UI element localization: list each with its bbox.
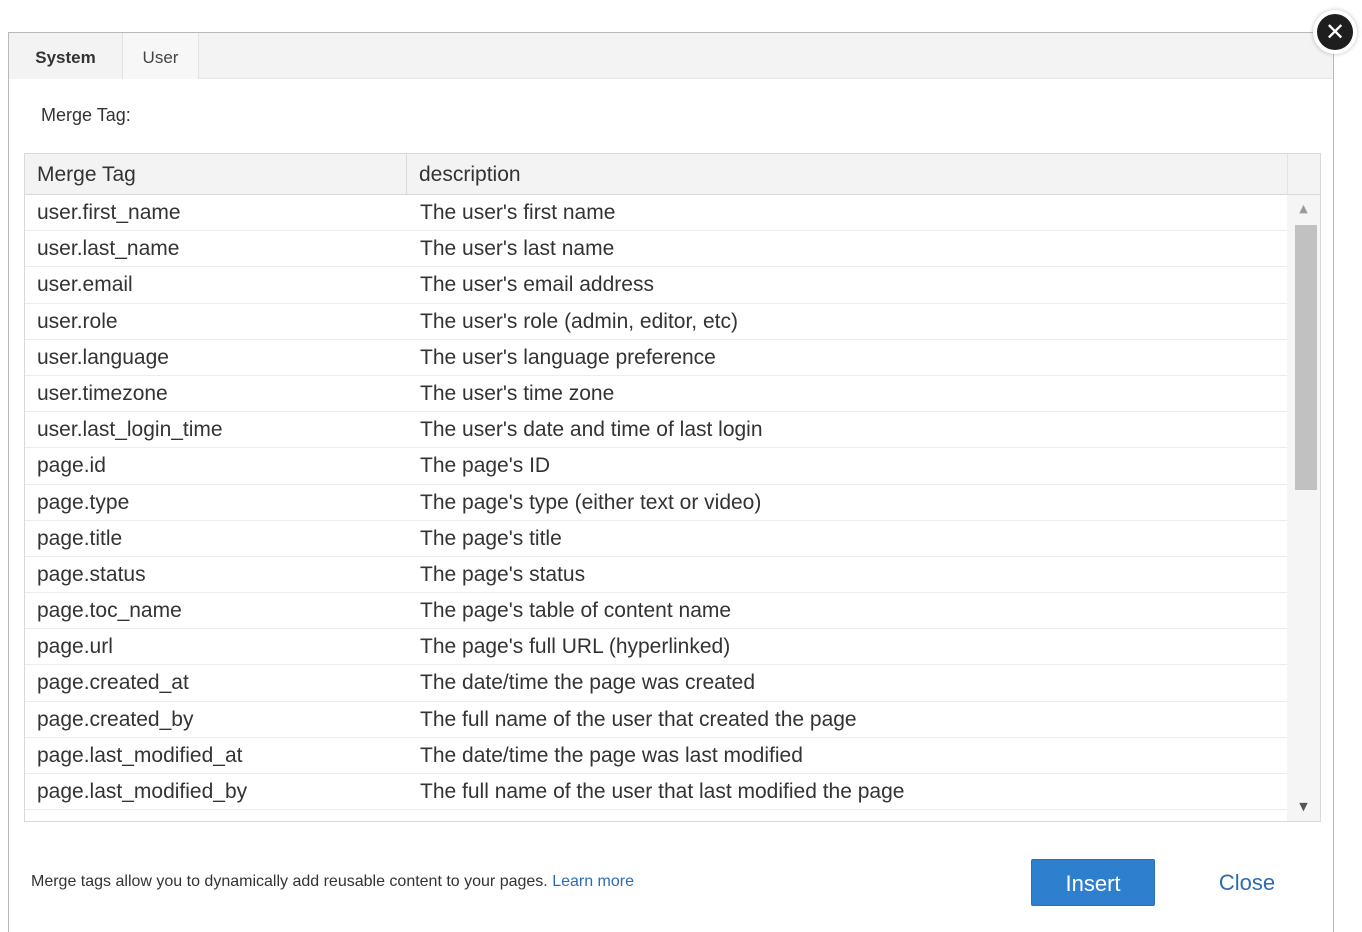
merge-tag-cell: page.title (37, 526, 123, 550)
merge-tag-cell: user.role (37, 309, 118, 333)
description-cell: The page's status (420, 562, 586, 586)
merge-tag-cell: page.status (37, 562, 146, 586)
table-row[interactable]: user.first_name The user's first name (25, 195, 1287, 232)
merge-tag-cell: user.timezone (37, 381, 168, 405)
merge-tag-cell: page.type (37, 490, 130, 514)
description-cell: The date/time the page was created (420, 671, 756, 695)
description-cell: The user's language preference (420, 345, 716, 369)
description-cell: The user's role (admin, editor, etc) (420, 309, 738, 333)
table-row[interactable]: page.title The page's title (25, 521, 1287, 557)
table-row[interactable]: page.status The page's status (25, 557, 1287, 594)
insert-button[interactable]: Insert (1031, 859, 1155, 906)
vertical-scrollbar[interactable]: ▲ ▼ (1287, 195, 1320, 821)
description-cell: The user's email address (420, 273, 654, 297)
header-scroll-spacer (1287, 154, 1320, 195)
table-row[interactable]: page.last_modified_by The full name of th… (25, 774, 1287, 811)
table-row[interactable]: user.language The user's language prefere… (25, 340, 1287, 376)
table-row[interactable]: page.created_by The full name of the user… (25, 702, 1287, 738)
merge-tag-cell: page.toc_name (37, 599, 182, 623)
table-row[interactable]: page.last_modified_at The date/time the p… (25, 738, 1287, 774)
description-cell: The page's full URL (hyperlinked) (420, 635, 731, 659)
tab-bar: System User (9, 33, 1333, 79)
description-cell: The page's ID (420, 454, 551, 478)
footer-help-copy: Merge tags allow you to dynamically add … (31, 873, 553, 890)
arrow-down-icon[interactable]: ▼ (1287, 795, 1320, 819)
footer-help-text: Merge tags allow you to dynamically add … (31, 873, 634, 891)
close-icon: ✕ (1317, 14, 1353, 50)
scrollbar-thumb[interactable] (1295, 225, 1317, 490)
merge-tag-cell: user.email (37, 273, 133, 297)
merge-tag-cell: user.language (37, 345, 169, 369)
table-header: Merge Tag description (25, 154, 1287, 195)
learn-more-link[interactable]: Learn more (552, 873, 634, 890)
table-row[interactable]: user.role The user's role (admin, editor,… (25, 304, 1287, 340)
description-cell: The page's table of content name (420, 599, 732, 623)
description-cell: The full name of the user that created t… (420, 707, 857, 731)
column-header-merge-tag[interactable]: Merge Tag (25, 154, 407, 194)
table-row[interactable]: page.url The page's full URL (hyperlinked… (25, 629, 1287, 666)
dialog-close-button[interactable]: ✕ (1313, 10, 1357, 54)
table-row[interactable]: page.id The page's ID (25, 448, 1287, 485)
merge-tag-cell: page.created_by (37, 707, 194, 731)
close-button[interactable]: Close (1205, 859, 1289, 906)
merge-tag-cell: page.id (37, 454, 106, 478)
table-row[interactable]: user.timezone The user's time zone (25, 376, 1287, 413)
description-cell: The full name of the user that last modi… (420, 780, 905, 803)
description-cell: The user's last name (420, 237, 615, 261)
merge-tag-label: Merge Tag: (41, 105, 131, 125)
merge-tag-cell: page.created_at (37, 671, 189, 695)
table-row[interactable]: page.created_at The date/time the page wa… (25, 665, 1287, 702)
table-row[interactable]: user.last_login_time The user's date and … (25, 412, 1287, 449)
table-row[interactable]: user.last_name The user's last name (25, 231, 1287, 268)
description-cell: The user's time zone (420, 381, 615, 405)
table-row[interactable]: user.email The user's email address (25, 267, 1287, 304)
tab-system[interactable]: System (9, 33, 123, 79)
description-cell: The user's first name (420, 201, 616, 224)
merge-tag-cell: page.last_modified_by (37, 780, 248, 803)
merge-tag-cell: user.last_login_time (37, 418, 223, 442)
merge-tag-cell: page.url (37, 635, 113, 659)
merge-tag-cell: page.last_modified_at (37, 743, 243, 767)
tab-user[interactable]: User (123, 33, 199, 79)
merge-tag-table: Merge Tag description user.first_name The… (24, 153, 1321, 822)
merge-tag-cell: user.first_name (37, 201, 181, 224)
table-row[interactable]: page.toc_name The page's table of content… (25, 593, 1287, 630)
merge-tag-dialog: System User Merge Tag: Merge Tag descrip… (8, 32, 1334, 932)
table-row[interactable]: page.type The page's type (either text or… (25, 485, 1287, 521)
description-cell: The page's type (either text or video) (420, 490, 762, 514)
arrow-up-icon[interactable]: ▲ (1287, 197, 1320, 221)
table-body: user.first_name The user's first name user… (25, 195, 1287, 821)
description-cell: The user's date and time of last login (420, 418, 763, 442)
description-cell: The date/time the page was last modified (420, 743, 803, 767)
description-cell: The page's title (420, 526, 562, 550)
column-header-description[interactable]: description (407, 154, 1287, 194)
merge-tag-cell: user.last_name (37, 237, 180, 261)
